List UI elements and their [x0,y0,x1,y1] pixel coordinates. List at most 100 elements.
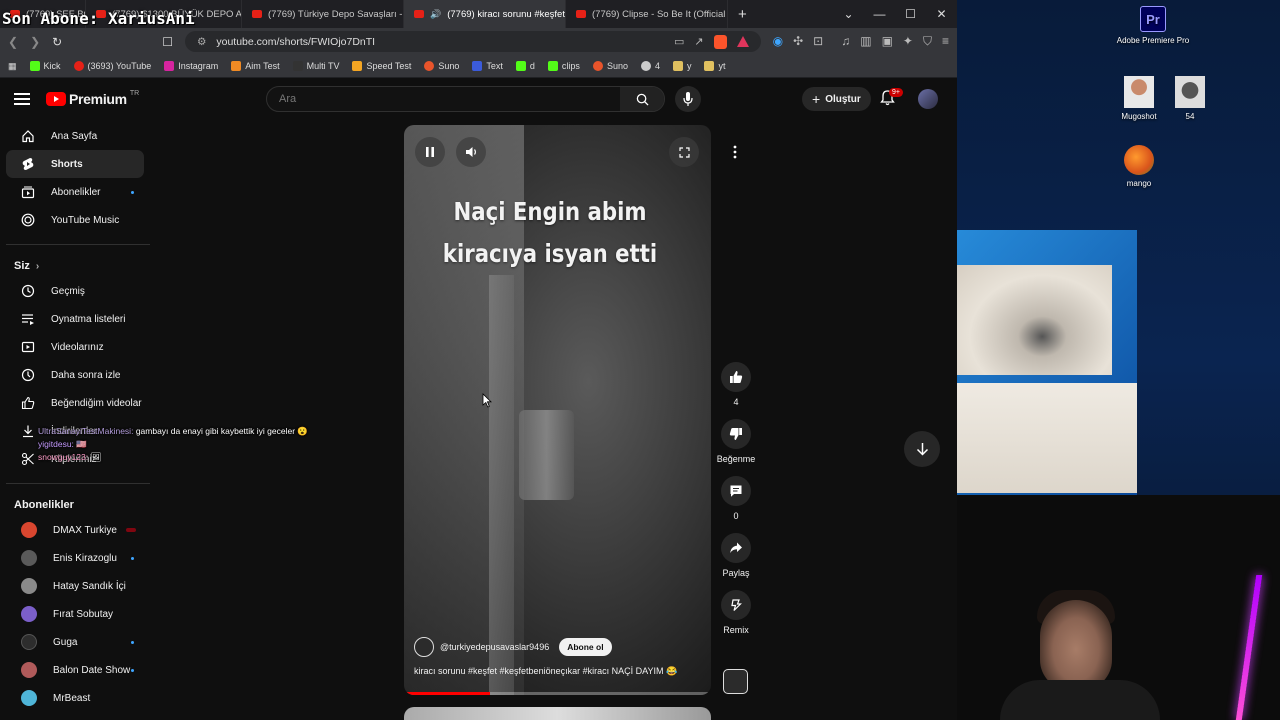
subscription-channel[interactable]: Fırat Sobutay [6,600,144,628]
bookmark-item[interactable]: Suno [592,61,628,71]
sidebar-item-watch-later[interactable]: Daha sonra izle [6,361,144,389]
desktop-icon-premiere[interactable]: Pr Adobe Premiere Pro [1114,6,1192,45]
bookmark-item[interactable]: (3693) YouTube [73,61,151,71]
desktop-icon-54[interactable]: 54 [1170,76,1210,121]
sidebar-item-liked-videos[interactable]: Beğendiğim videolar [6,389,144,417]
sidebar-icon[interactable]: ▥ [860,34,871,49]
subscription-channel[interactable]: Hatay Sandık İçi [6,572,144,600]
sidebar-item-your-videos[interactable]: Videolarınız [6,333,144,361]
reload-button[interactable]: ↻ [52,35,62,49]
url-field[interactable]: ⚙ youtube.com/shorts/FWIOjo7DnTI ▭ ↗ [184,31,761,52]
site-info-icon[interactable]: ⚙ [197,36,206,48]
music-note-icon[interactable]: ♫ [841,34,850,49]
bookmark-item[interactable]: Multi TV [292,61,339,71]
shorts-video-player[interactable]: Naçi Engin abim kiracıya isyan etti @tur… [404,125,711,695]
minimize-button[interactable]: — [864,7,895,21]
subscription-channel[interactable]: Guga [6,628,144,656]
apps-grid-icon[interactable]: ▦ [8,61,17,72]
hamburger-menu-icon[interactable] [14,93,30,105]
music-icon [21,213,35,227]
menu-icon[interactable]: ≡ [942,34,949,49]
brave-rewards-icon[interactable] [736,36,749,47]
extension-icon[interactable]: ◉ [773,34,783,49]
like-button[interactable]: 4 [714,362,758,407]
desktop-icon-mango[interactable]: mango [1119,145,1159,188]
bookmark-item[interactable]: Instagram [164,61,218,71]
channel-handle[interactable]: @turkiyedepusavaslar9496 [440,642,549,652]
search-box[interactable]: Ara [266,86,665,112]
remix-button[interactable]: Remix [714,590,758,635]
speaker-icon: 🔊 [430,8,442,19]
bookmark-item[interactable]: Text [472,61,503,71]
history-icon [21,284,35,298]
channel-avatar[interactable] [414,637,434,657]
fullscreen-button[interactable] [669,137,699,167]
watch-later-icon [21,368,35,382]
video-description[interactable]: kiracı sorunu #keşfet #keşfetbeniöneçıka… [414,666,677,677]
channel-avatar [21,550,37,566]
close-window-button[interactable]: ✕ [926,7,957,21]
bookmark-item[interactable]: Speed Test [352,61,411,71]
dislike-button[interactable]: Beğenme [714,419,758,464]
bookmark-icon[interactable]: ☐ [162,35,173,49]
chevron-down-icon[interactable]: ⌄ [833,7,864,21]
subscription-channel[interactable]: MrBeast [6,684,144,712]
youtube-favicon-icon [576,10,586,18]
bookmark-item[interactable]: clips [547,61,580,71]
channel-avatar [21,662,37,678]
bookmark-folder[interactable]: y [672,61,691,71]
youtube-logo[interactable]: Premium TR [46,90,139,107]
search-button[interactable] [620,87,664,111]
sidebar-item-home[interactable]: Ana Sayfa [6,122,144,150]
puzzle-icon[interactable]: ✣ [793,34,803,49]
channel-avatar [21,578,37,594]
wallet-icon[interactable]: ▣ [882,34,893,49]
subscription-channel[interactable]: Balon Date Show [6,656,144,684]
video-frame-cup [519,410,574,500]
share-button[interactable]: Paylaş [714,533,758,578]
bookmark-item[interactable]: Suno [424,61,459,71]
share-icon[interactable]: ↗ [694,35,703,48]
sidebar-item-subscriptions[interactable]: Abonelikler [6,178,144,206]
audio-source-avatar[interactable] [723,669,748,694]
new-tab-button[interactable]: + [728,6,757,23]
search-input[interactable]: Ara [267,93,620,105]
bookmark-folder[interactable]: yt [704,61,726,71]
sidebar-item-history[interactable]: Geçmiş [6,277,144,305]
forward-button[interactable]: ❯ [30,35,40,49]
new-content-dot [131,190,134,194]
subscription-channel[interactable]: Enis Kirazoglu [6,544,144,572]
sidebar-item-playlists[interactable]: Oynatma listeleri [6,305,144,333]
maximize-button[interactable]: ☐ [895,7,926,21]
bookmark-item[interactable]: d [515,61,535,71]
comments-button[interactable]: 0 [714,476,758,521]
subscribe-button[interactable]: Abone ol [559,638,612,656]
cast-icon[interactable]: ▭ [674,35,684,48]
video-progress-bar[interactable] [404,692,711,695]
tab-4-active[interactable]: 🔊(7769) kiracı sorunu #keşfet #✕ [404,0,566,28]
screenshot-icon[interactable]: ⊡ [813,34,823,49]
sidebar-item-youtube-music[interactable]: YouTube Music [6,206,144,234]
sidebar-item-shorts[interactable]: Shorts [6,150,144,178]
tab-3[interactable]: (7769) Türkiye Depo Savaşları - YouT [242,0,404,28]
leo-icon[interactable]: ✦ [903,34,913,49]
voice-search-button[interactable] [675,86,701,112]
bookmark-item[interactable]: Aim Test [231,61,280,71]
account-avatar[interactable] [918,89,938,109]
bookmark-item[interactable]: Kick [29,61,61,71]
back-button[interactable]: ❮ [8,35,18,49]
tab-5[interactable]: (7769) Clipse - So Be It (Official Musi [566,0,728,28]
bookmark-item[interactable]: 4 [640,61,660,71]
create-button[interactable]: + Oluştur [802,87,871,111]
desktop-icon-mugoshot[interactable]: Mugoshot [1119,76,1159,121]
vpn-icon[interactable]: ⛉ [923,34,932,49]
next-short-preview[interactable] [404,707,711,720]
youtube-header: Premium TR Ara + Oluştur 9+ [0,79,957,119]
next-short-button[interactable] [904,431,940,467]
you-section-heading[interactable]: Siz › [0,255,152,277]
subscription-channel[interactable]: DMAX Turkiye [6,516,144,544]
more-options-button[interactable] [723,140,747,164]
brave-shields-icon[interactable] [713,34,727,49]
pause-button[interactable] [415,137,445,167]
volume-button[interactable] [456,137,486,167]
